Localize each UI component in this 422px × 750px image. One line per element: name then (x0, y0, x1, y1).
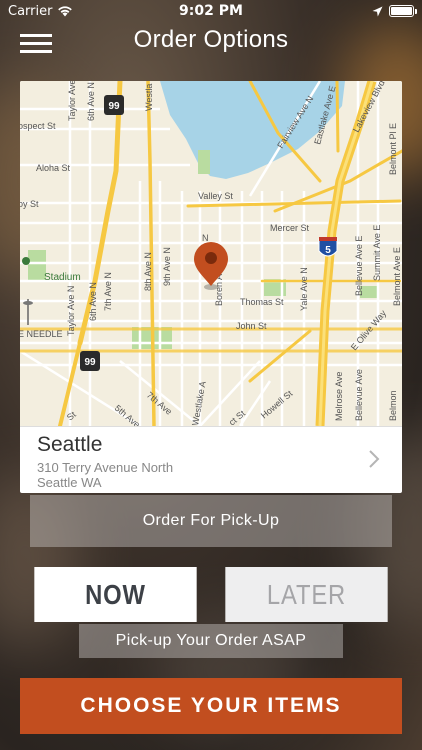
stadium-marker-icon (22, 257, 30, 265)
map-label: Melrose Ave (334, 372, 344, 421)
map-label: 9th Ave N (162, 247, 172, 286)
timing-toggle: NOW LATER (20, 567, 402, 622)
map-label: Valley St (198, 191, 233, 201)
carrier-label: Carrier (8, 3, 53, 19)
map-label: John St (236, 321, 267, 331)
map-label: 6th Ave N (88, 282, 98, 321)
timing-option-now-label: NOW (85, 578, 146, 610)
clock: 9:02 PM (179, 3, 243, 19)
map-label: Bellevue Ave (354, 369, 364, 421)
map-label: Aloha St (36, 163, 71, 173)
battery-icon (389, 5, 417, 17)
map-canvas: ospect St Aloha St oy St Valley St Merce… (20, 81, 402, 426)
page-title: Order Options (133, 26, 289, 53)
map-label: Bellevue Ave E (354, 236, 364, 296)
timing-option-later[interactable]: LATER (225, 567, 388, 622)
location-address-line2: Seattle WA (37, 475, 102, 490)
map-label: Taylor Ave N (67, 81, 77, 121)
location-selector[interactable]: Seattle 310 Terry Avenue North Seattle W… (20, 426, 402, 493)
svg-text:5: 5 (325, 245, 331, 256)
map-label: Belmont Ave E (392, 247, 402, 306)
location-name: Seattle (37, 433, 103, 456)
map-label: Stadium (44, 272, 81, 283)
timing-option-later-label: LATER (266, 578, 347, 610)
order-type-label: Order For Pick-Up (30, 495, 392, 547)
map-label: N (202, 233, 209, 243)
wifi-icon (58, 6, 73, 17)
map-label: Belmont Pl E (388, 123, 398, 175)
svg-text:99: 99 (108, 101, 120, 112)
highway-99-shield-icon: 99 (104, 95, 124, 115)
map-label: 8th Ave N (143, 252, 153, 291)
chevron-right-icon (369, 450, 380, 468)
highway-99-shield-icon: 99 (80, 351, 100, 371)
map-label: ospect St (20, 121, 56, 131)
map-label: 6th Ave N (86, 82, 96, 121)
park (198, 150, 210, 174)
nav-header: Order Options (0, 22, 422, 62)
map-label: Taylor Ave N (66, 286, 76, 336)
map-label: Westla (144, 84, 154, 111)
map-view[interactable]: ospect St Aloha St oy St Valley St Merce… (20, 81, 402, 426)
map-label: Belmon (388, 390, 398, 421)
map-label: oy St (20, 199, 39, 209)
status-bar: Carrier 9:02 PM (0, 0, 422, 22)
location-address-line1: 310 Terry Avenue North (37, 460, 174, 475)
map-label: Summit Ave E (372, 225, 382, 281)
timing-description: Pick-up Your Order ASAP (79, 624, 343, 658)
location-arrow-icon (372, 6, 383, 16)
choose-items-button[interactable]: CHOOSE YOUR ITEMS (20, 678, 402, 734)
map-label: 7th Ave N (103, 272, 113, 311)
location-card: ospect St Aloha St oy St Valley St Merce… (20, 81, 402, 493)
interstate-5-shield-icon: 5 (318, 237, 338, 257)
map-label: Mercer St (270, 223, 310, 233)
timing-option-now[interactable]: NOW (34, 567, 197, 622)
battery-level (391, 7, 412, 15)
map-label: Thomas St (240, 297, 284, 307)
map-label: Yale Ave N (299, 267, 309, 311)
svg-text:99: 99 (84, 357, 96, 368)
map-label: E NEEDLE (20, 329, 63, 339)
